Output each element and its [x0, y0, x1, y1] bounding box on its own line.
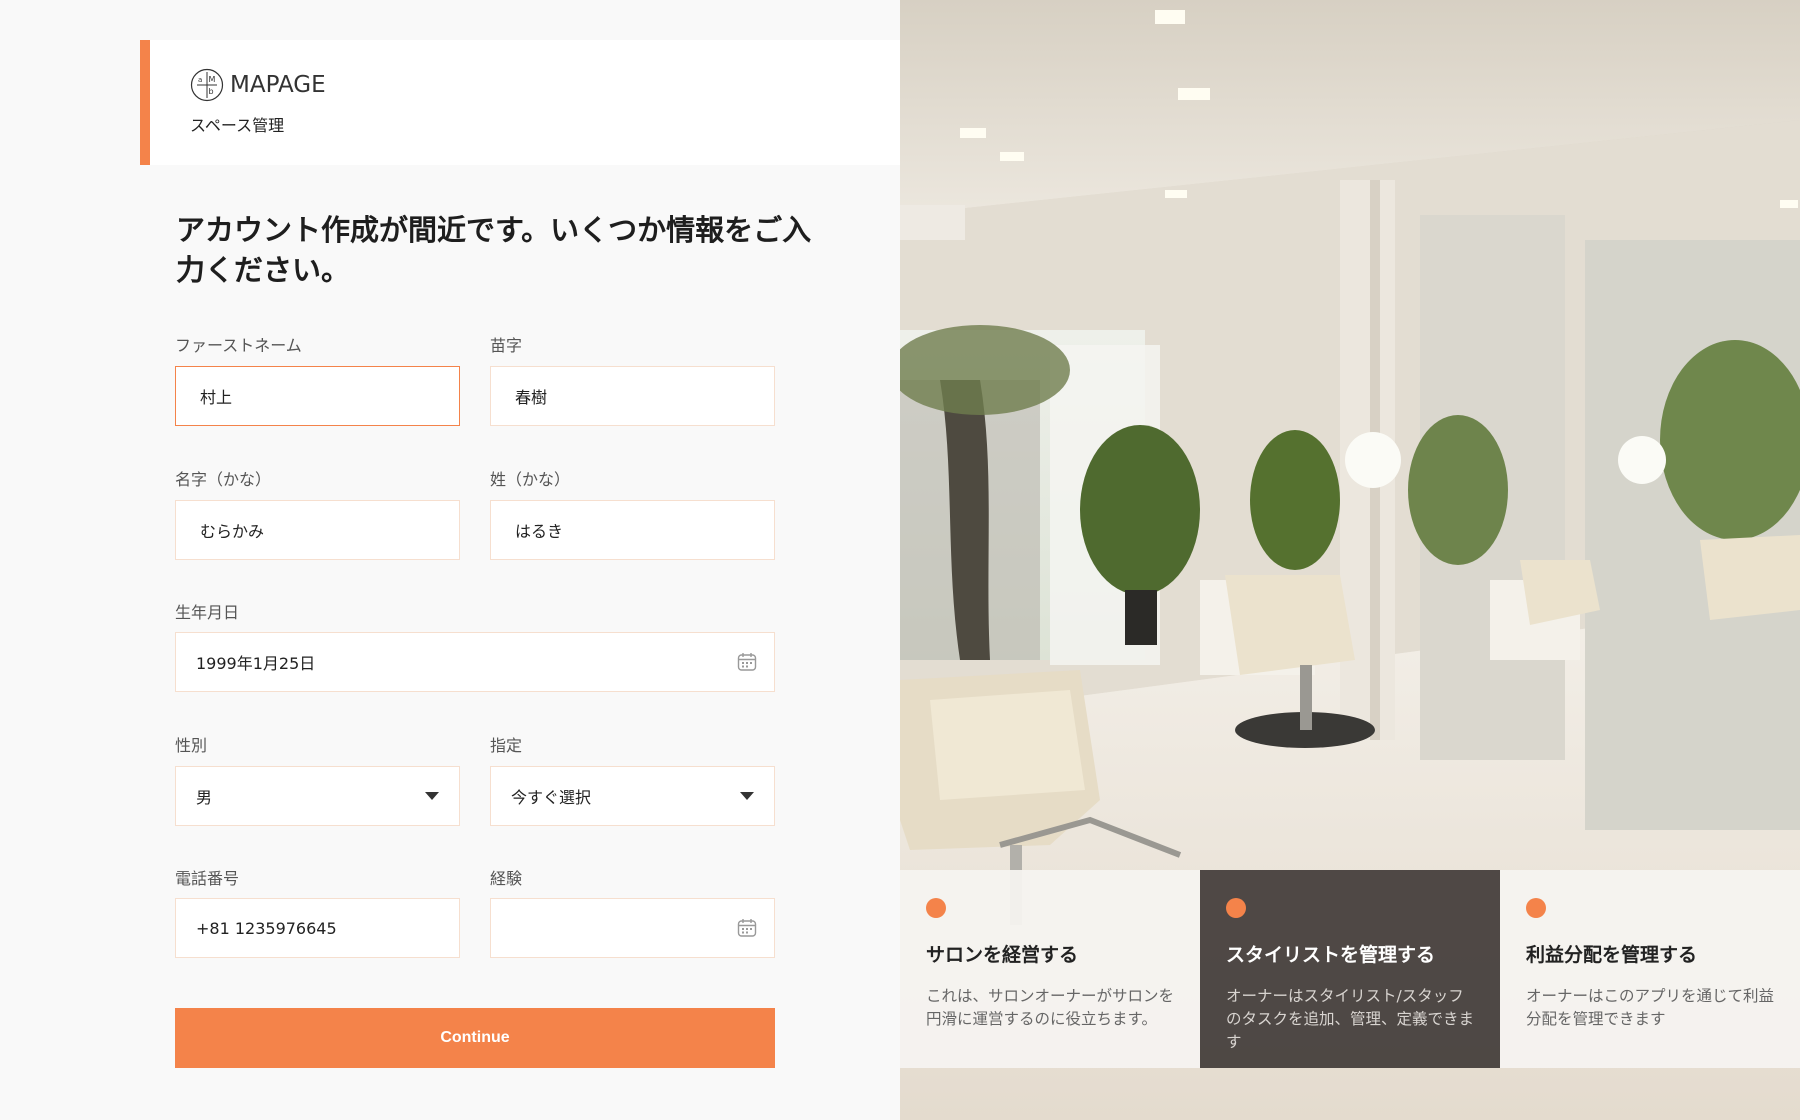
gender-value: 男 [196, 788, 213, 807]
bullet-dot-icon [1526, 898, 1546, 918]
last-name-value: 春樹 [515, 388, 548, 407]
first-name-kana-input[interactable]: むらかみ [175, 500, 460, 560]
designation-label: 指定 [490, 736, 523, 755]
brand-accent-bar [140, 40, 150, 165]
feature-card-text: オーナーはこのアプリを通じて利益分配を管理できます [1526, 987, 1775, 1028]
birthdate-label: 生年月日 [175, 603, 240, 622]
bullet-dot-icon [926, 898, 946, 918]
logo-icon: M a b [190, 68, 224, 102]
last-name-input[interactable]: 春樹 [490, 366, 775, 426]
birthdate-input[interactable]: 1999年1月25日 [175, 632, 775, 692]
phone-label: 電話番号 [175, 869, 240, 888]
designation-select[interactable]: 今すぐ選択 [490, 766, 775, 826]
first-name-input[interactable]: 村上 [175, 366, 460, 426]
signup-panel: M a b MAPAGE スペース管理 アカウント作成が間近です。いくつか情報を… [0, 0, 900, 1120]
experience-input[interactable] [490, 898, 775, 958]
first-name-label: ファーストネーム [175, 336, 302, 355]
last-name-kana-label: 姓（かな） [490, 470, 571, 489]
feature-card-title: 利益分配を管理する [1526, 944, 1698, 966]
feature-cards: サロンを経営する これは、サロンオーナーがサロンを円滑に運営するのに役立ちます。… [900, 870, 1800, 1068]
logo: M a b MAPAGE [190, 68, 326, 102]
hero-image-panel: サロンを経営する これは、サロンオーナーがサロンを円滑に運営するのに役立ちます。… [900, 0, 1800, 1120]
last-name-kana-value: はるき [515, 522, 564, 541]
first-name-value: 村上 [200, 388, 233, 407]
calendar-icon[interactable] [736, 917, 758, 939]
brand-name: MAPAGE [230, 72, 326, 98]
first-name-kana-value: むらかみ [200, 522, 265, 541]
phone-input[interactable]: +81 1235976645 [175, 898, 460, 958]
phone-value: +81 1235976645 [196, 918, 337, 938]
gender-label: 性別 [175, 736, 208, 755]
brand-subtitle: スペース管理 [190, 116, 285, 135]
last-name-kana-input[interactable]: はるき [490, 500, 775, 560]
feature-card-stylists: スタイリストを管理する オーナーはスタイリスト/スタッフのタスクを追加、管理、定… [1200, 870, 1500, 1068]
svg-text:b: b [209, 87, 214, 96]
feature-card-profit: 利益分配を管理する オーナーはこのアプリを通じて利益分配を管理できます [1500, 870, 1800, 1068]
calendar-icon[interactable] [736, 651, 758, 673]
designation-value: 今すぐ選択 [511, 788, 592, 807]
continue-button[interactable]: Continue [175, 1008, 775, 1068]
svg-text:a: a [198, 76, 202, 84]
caret-down-icon [740, 792, 754, 800]
feature-card-title: スタイリストを管理する [1226, 944, 1436, 966]
feature-card-salon: サロンを経営する これは、サロンオーナーがサロンを円滑に運営するのに役立ちます。 [900, 870, 1200, 1068]
bullet-dot-icon [1226, 898, 1246, 918]
first-name-kana-label: 名字（かな） [175, 470, 272, 489]
experience-label: 経験 [490, 869, 523, 888]
feature-card-title: サロンを経営する [926, 944, 1079, 966]
caret-down-icon [425, 792, 439, 800]
feature-card-text: オーナーはスタイリスト/スタッフのタスクを追加、管理、定義できます [1226, 987, 1475, 1051]
feature-card-text: これは、サロンオーナーがサロンを円滑に運営するのに役立ちます。 [926, 987, 1175, 1028]
birthdate-value: 1999年1月25日 [196, 654, 316, 673]
svg-text:M: M [209, 75, 216, 84]
gender-select[interactable]: 男 [175, 766, 460, 826]
page-title: アカウント作成が間近です。いくつか情報をご入力ください。 [176, 213, 812, 287]
last-name-label: 苗字 [490, 336, 523, 355]
brand-header: M a b MAPAGE スペース管理 [140, 40, 900, 165]
